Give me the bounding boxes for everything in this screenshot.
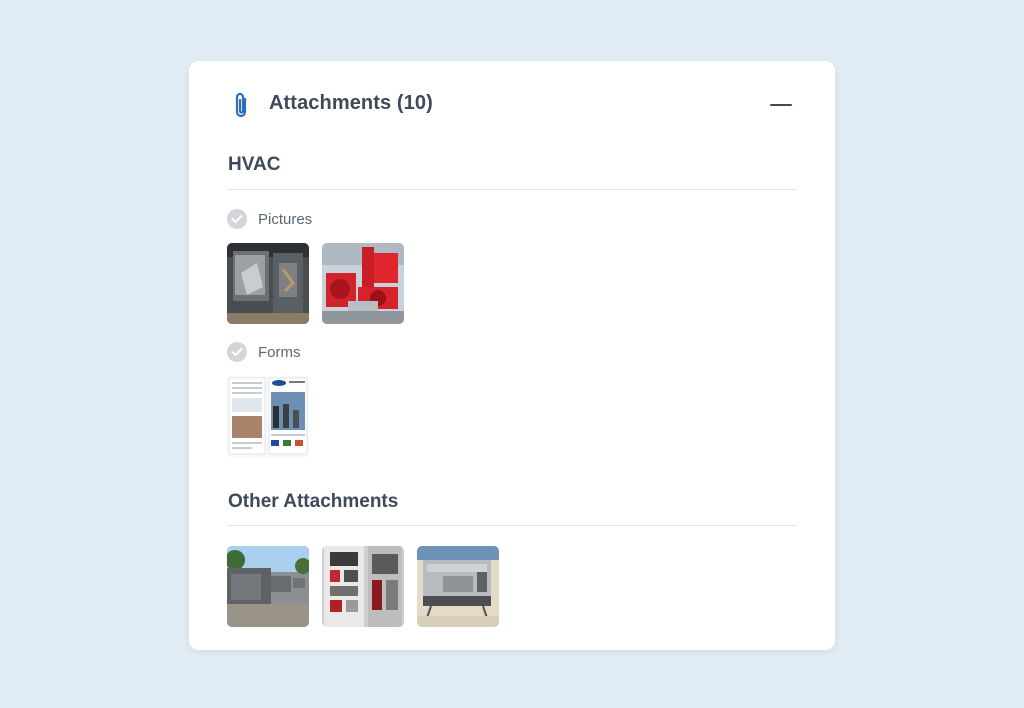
pictures-thumbnails bbox=[227, 243, 417, 324]
card-title: Attachments (10) bbox=[269, 92, 433, 114]
group-pictures: Pictures bbox=[227, 208, 312, 230]
thumbnail-rooftop-units[interactable] bbox=[227, 546, 309, 627]
check-circle-icon bbox=[227, 342, 247, 362]
forms-thumbnails bbox=[227, 376, 322, 457]
attachments-card: Attachments (10) HVAC Pictures Forms Oth… bbox=[189, 61, 835, 650]
minus-icon bbox=[770, 104, 792, 106]
group-forms: Forms bbox=[227, 341, 301, 363]
group-label: Pictures bbox=[258, 210, 313, 228]
section-title-other-attachments: Other Attachments bbox=[228, 491, 399, 512]
thumbnail-red-fire-pump[interactable] bbox=[322, 243, 404, 324]
check-circle-icon bbox=[227, 209, 247, 229]
thumbnail-brochure-form[interactable] bbox=[227, 376, 309, 457]
section-title-hvac: HVAC bbox=[228, 154, 281, 175]
other-attachments-thumbnails bbox=[227, 546, 512, 627]
collapse-button[interactable] bbox=[767, 91, 797, 121]
section-divider bbox=[227, 189, 797, 190]
group-label: Forms bbox=[258, 343, 301, 361]
thumbnail-rooftop-equipment[interactable] bbox=[417, 546, 499, 627]
thumbnail-hvac-unit-interior[interactable] bbox=[227, 243, 309, 324]
thumbnail-electrical-panel[interactable] bbox=[322, 546, 404, 627]
card-header: Attachments (10) bbox=[189, 61, 835, 149]
section-divider bbox=[227, 525, 797, 526]
paperclip-icon bbox=[235, 92, 247, 118]
